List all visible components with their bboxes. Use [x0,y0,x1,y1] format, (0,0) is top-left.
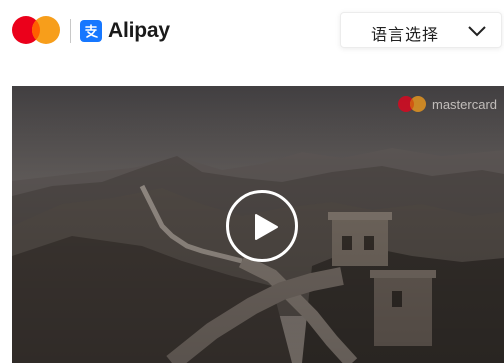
language-select[interactable]: 语言选择 [340,12,502,48]
video-watermark: mastercard [396,94,497,114]
chevron-down-icon [468,26,486,37]
header: Alipay 语言选择 [0,0,504,62]
play-button[interactable] [226,190,298,262]
language-select-label: 语言选择 [371,25,440,44]
mastercard-logo [12,16,60,44]
alipay-icon [80,20,102,42]
video-player[interactable]: mastercard [12,86,504,363]
page: Alipay 语言选择 mastercard [0,0,504,363]
alipay-logo: Alipay [80,17,170,45]
watermark-text: mastercard [432,96,498,112]
brand-name: Alipay [108,19,170,42]
play-icon [255,214,278,240]
mastercard-logo [398,96,426,112]
header-divider [70,19,71,43]
